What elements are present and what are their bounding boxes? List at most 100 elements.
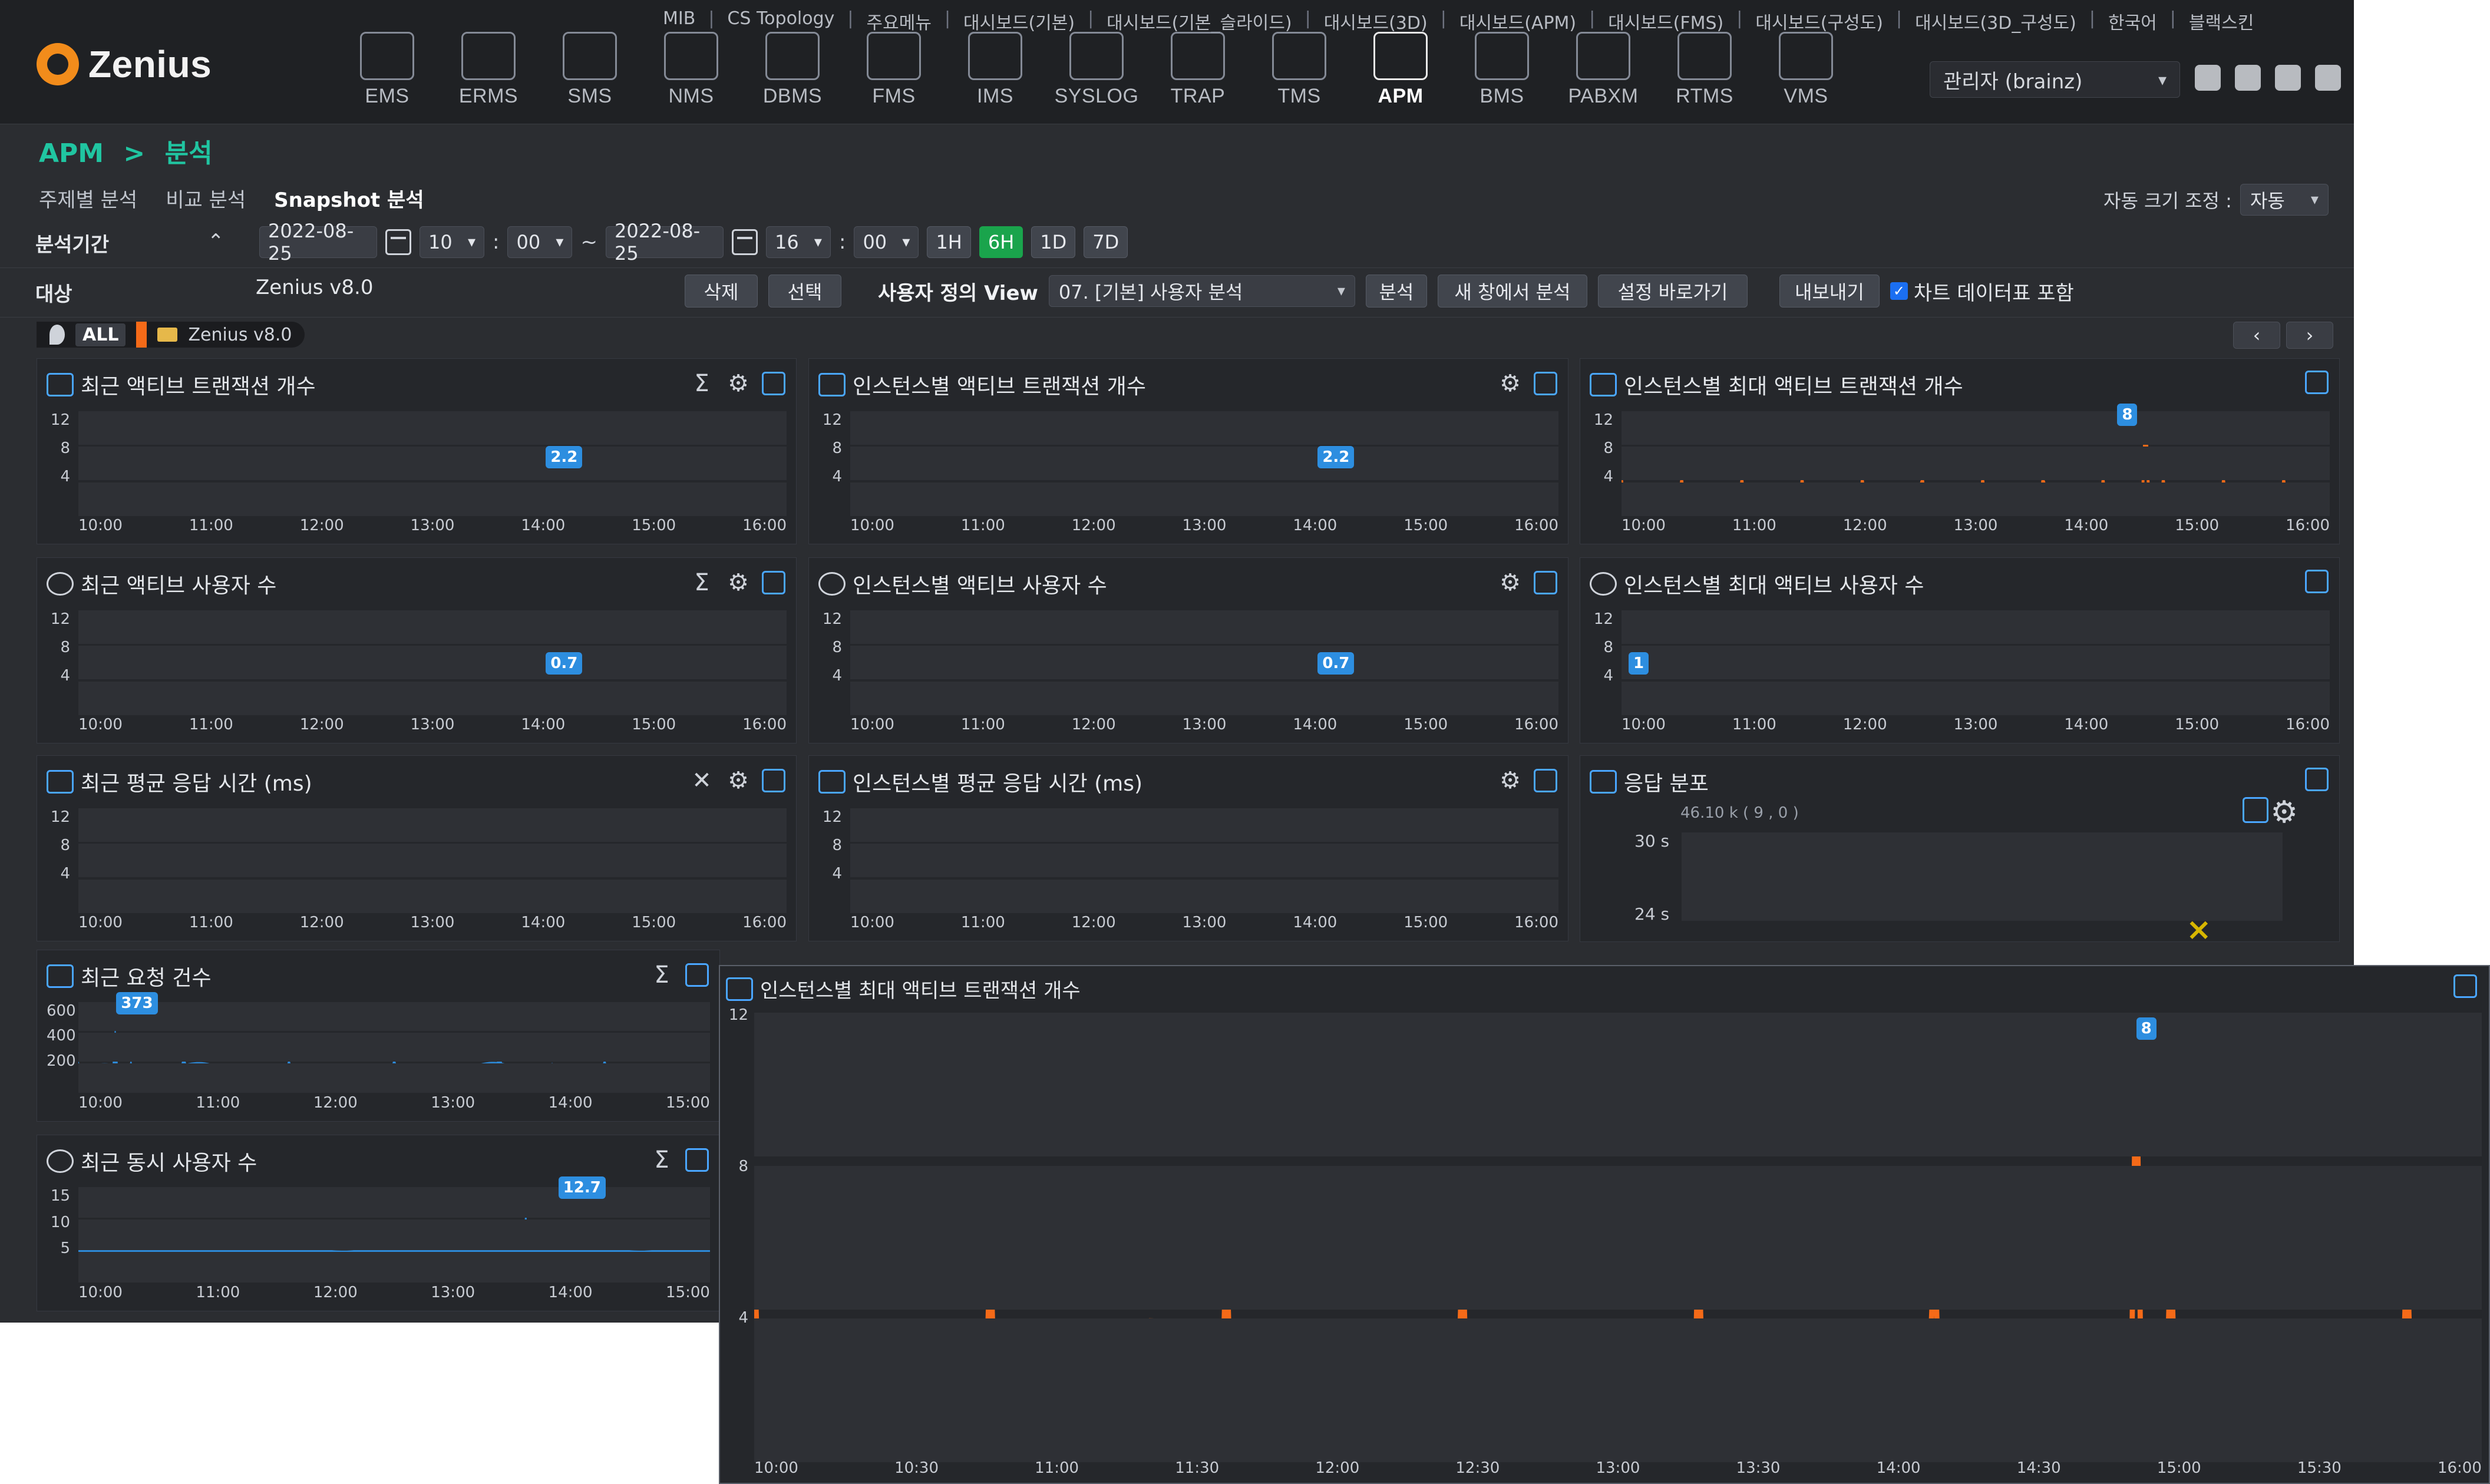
menu-dashboard-basic[interactable]: 대시보드(기본)	[963, 8, 1075, 34]
x-tick-label: 12:00	[1315, 1459, 1360, 1477]
help-icon[interactable]	[2275, 65, 2301, 91]
x-tick-label: 12:00	[1071, 517, 1116, 534]
menu-dashboard-slide[interactable]: 대시보드(기본_슬라이드)	[1107, 8, 1292, 34]
expand-icon[interactable]	[2305, 768, 2329, 791]
end-hour-select[interactable]: 16 ▾	[765, 226, 831, 258]
user-icon[interactable]	[2195, 65, 2221, 91]
module-fms-button[interactable]: FMS	[854, 32, 933, 114]
expand-icon[interactable]	[1534, 372, 1557, 395]
module-pabxm-button[interactable]: PABXM	[1564, 32, 1643, 114]
end-date-input[interactable]: 2022-08-25	[605, 220, 724, 265]
user-selector[interactable]: 관리자 (brainz) ▾	[1930, 61, 2180, 98]
select-button[interactable]: 선택	[768, 275, 841, 308]
module-rtms-button[interactable]: RTMS	[1665, 32, 1744, 114]
menu-cs-topology[interactable]: CS Topology	[727, 8, 834, 34]
expand-icon[interactable]	[762, 372, 785, 395]
calendar-icon[interactable]	[731, 229, 758, 255]
include-chart-checkbox[interactable]: ✓ 차트 데이터표 포함	[1890, 277, 2074, 306]
tab-compare-analysis[interactable]: 비교 분석	[166, 184, 246, 222]
menu-dashboard-topology[interactable]: 대시보드(구성도)	[1755, 8, 1883, 34]
tab-topic-analysis[interactable]: 주제별 분석	[39, 184, 137, 222]
module-nms-button[interactable]: NMS	[652, 32, 731, 114]
menu-dashboard-3d-topology[interactable]: 대시보드(3D_구성도)	[1915, 8, 2076, 34]
range-1d-button[interactable]: 1D	[1031, 226, 1076, 258]
range-7d-button[interactable]: 7D	[1084, 226, 1128, 258]
module-sms-button[interactable]: SMS	[550, 32, 629, 114]
menu-dashboard-3d[interactable]: 대시보드(3D)	[1324, 8, 1428, 34]
tab-snapshot-analysis[interactable]: Snapshot 분석	[274, 184, 424, 222]
expand-icon[interactable]	[2453, 974, 2477, 998]
expand-icon[interactable]	[685, 963, 709, 987]
y-tick-label: 8	[60, 439, 70, 457]
gear-icon[interactable]: ⚙	[1497, 767, 1523, 794]
gear-icon[interactable]: ⚙	[725, 767, 751, 794]
prev-page-button[interactable]: ‹	[2233, 322, 2280, 349]
calendar-icon[interactable]	[385, 229, 411, 255]
gear-icon[interactable]: ⚙	[2270, 795, 2298, 830]
analyze-button[interactable]: 분석	[1365, 275, 1427, 308]
start-hour-select[interactable]: 10 ▾	[420, 226, 484, 258]
all-badge[interactable]: ALL	[75, 323, 126, 346]
menu-dashboard-fms[interactable]: 대시보드(FMS)	[1608, 8, 1723, 34]
expand-icon[interactable]	[2305, 570, 2329, 593]
delete-button[interactable]: 삭제	[685, 275, 758, 308]
x-tick-label: 15:00	[632, 716, 676, 733]
chart-panel: 최근 액티브 사용자 수 Σ ⚙ 0.7 12 8 4 10:00 11:00 12:00 13:0…	[37, 557, 797, 743]
next-page-button[interactable]: ›	[2286, 322, 2333, 349]
panel-title-text: 최근 요청 건수	[81, 966, 212, 990]
sigma-icon[interactable]: Σ	[649, 961, 675, 989]
x-tick-label: 13:00	[1182, 914, 1227, 931]
menu-main[interactable]: 주요메뉴	[867, 8, 932, 34]
module-apm-button[interactable]: APM	[1361, 32, 1440, 114]
module-tms-button[interactable]: TMS	[1260, 32, 1339, 114]
expand-icon[interactable]	[1534, 571, 1557, 594]
range-1h-button[interactable]: 1H	[927, 226, 971, 258]
setting-shortcut-button[interactable]: 설정 바로가기	[1597, 275, 1748, 308]
module-bms-button[interactable]: BMS	[1462, 32, 1541, 114]
x-axis-labels: 10:00 10:30 11:00 11:30 12:00 12:30 13:00 13:30…	[754, 1459, 2482, 1477]
sigma-icon[interactable]: Σ	[649, 1146, 675, 1174]
vms-icon	[1779, 32, 1833, 80]
gear-icon[interactable]: ⚙	[725, 569, 751, 596]
expand-icon[interactable]	[762, 571, 785, 594]
sigma-icon[interactable]: Σ	[689, 370, 715, 397]
auto-size-select[interactable]: 자동 ▾	[2240, 184, 2329, 216]
gear-icon[interactable]: ⚙	[1497, 370, 1523, 397]
view-select[interactable]: 07. [기본] 사용자 분석 ▾	[1048, 275, 1355, 307]
collapse-icon[interactable]: ⌃	[207, 230, 224, 253]
module-ims-button[interactable]: IMS	[956, 32, 1035, 114]
close-icon[interactable]: ✕	[689, 767, 715, 794]
x-tick-label: 10:30	[894, 1459, 939, 1477]
bell-icon[interactable]	[2315, 65, 2341, 91]
instance-chip[interactable]: ALL Zenius v8.0	[37, 322, 305, 348]
gear-icon[interactable]: ⚙	[725, 370, 751, 397]
menu-dashboard-apm[interactable]: 대시보드(APM)	[1459, 8, 1576, 34]
lock-icon[interactable]	[2235, 65, 2261, 91]
breadcrumb-root[interactable]: APM	[39, 138, 104, 168]
start-min-select[interactable]: 00 ▾	[507, 226, 573, 258]
expand-icon[interactable]	[1534, 769, 1557, 792]
menu-skin[interactable]: 블랙스킨	[2189, 8, 2254, 34]
range-6h-button[interactable]: 6H	[979, 226, 1023, 258]
menu-mib[interactable]: MIB	[663, 8, 695, 34]
menu-language[interactable]: 한국어	[2108, 8, 2157, 34]
module-vms-button[interactable]: VMS	[1766, 32, 1845, 114]
expand-icon[interactable]	[2305, 371, 2329, 394]
module-erms-button[interactable]: ERMS	[449, 32, 528, 114]
x-axis-labels: 10:00 11:00 12:00 13:00 14:00 15:00 16:00	[1622, 517, 2330, 534]
gear-icon[interactable]: ⚙	[1497, 569, 1523, 596]
table-icon[interactable]	[2243, 797, 2268, 823]
sigma-icon[interactable]: Σ	[689, 569, 715, 596]
module-syslog-button[interactable]: SYSLOG	[1055, 32, 1138, 114]
grid-band	[754, 1013, 2482, 1157]
module-ems-button[interactable]: EMS	[348, 32, 427, 114]
module-dbms-button[interactable]: DBMS	[753, 32, 832, 114]
module-label: APM	[1378, 85, 1424, 107]
analyze-new-window-button[interactable]: 새 창에서 분석	[1437, 275, 1587, 308]
end-min-select[interactable]: 00 ▾	[854, 226, 919, 258]
export-button[interactable]: 내보내기	[1779, 275, 1880, 308]
expand-icon[interactable]	[685, 1148, 709, 1172]
start-date-input[interactable]: 2022-08-25	[259, 220, 377, 265]
module-trap-button[interactable]: TRAP	[1158, 32, 1237, 114]
expand-icon[interactable]	[762, 769, 785, 792]
